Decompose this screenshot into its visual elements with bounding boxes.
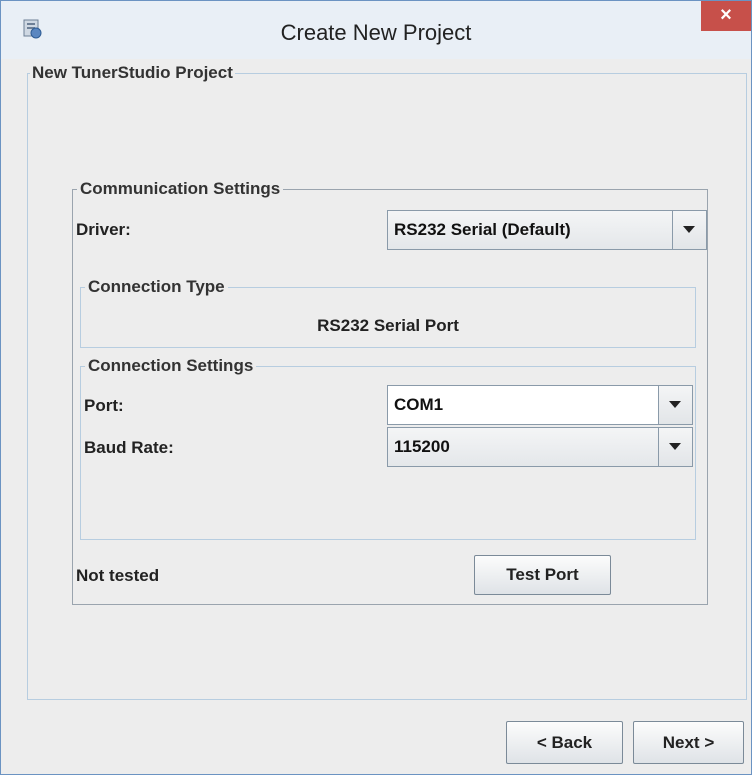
connection-type-value: RS232 Serial Port [317,316,459,335]
close-icon: × [720,4,732,26]
chevron-down-icon [669,443,681,450]
driver-label: Driver: [76,220,131,239]
port-dropdown-arrow[interactable] [658,386,692,424]
baud-rate-value: 115200 [394,437,450,456]
close-button[interactable]: × [701,1,751,31]
baud-rate-label: Baud Rate: [84,438,174,457]
test-port-button[interactable]: Test Port [474,555,611,595]
driver-select[interactable]: RS232 Serial (Default) [387,210,707,250]
baud-rate-dropdown-arrow[interactable] [658,428,692,466]
connection-type-legend: Connection Type [88,277,225,296]
next-button[interactable]: Next > [633,721,744,764]
create-project-dialog: Create New Project × New TunerStudio Pro… [0,0,752,775]
back-button[interactable]: < Back [506,721,623,764]
driver-value: RS232 Serial (Default) [394,220,571,239]
dialog-content: New TunerStudio Project Communication Se… [9,60,747,770]
baud-rate-select[interactable]: 115200 [387,427,693,467]
window-title: Create New Project [280,20,472,45]
communication-settings-legend: Communication Settings [80,179,281,198]
chevron-down-icon [669,401,681,408]
port-value: COM1 [394,395,444,414]
project-group-legend: New TunerStudio Project [32,63,233,82]
connection-settings-legend: Connection Settings [88,356,254,375]
driver-dropdown-arrow[interactable] [672,211,706,249]
port-select[interactable]: COM1 [387,385,693,425]
connection-type-group: Connection Type [80,277,696,348]
test-status-text: Not tested [76,566,160,585]
title-bar[interactable]: Create New Project × [1,1,751,59]
port-label: Port: [84,396,124,415]
chevron-down-icon [683,226,695,233]
